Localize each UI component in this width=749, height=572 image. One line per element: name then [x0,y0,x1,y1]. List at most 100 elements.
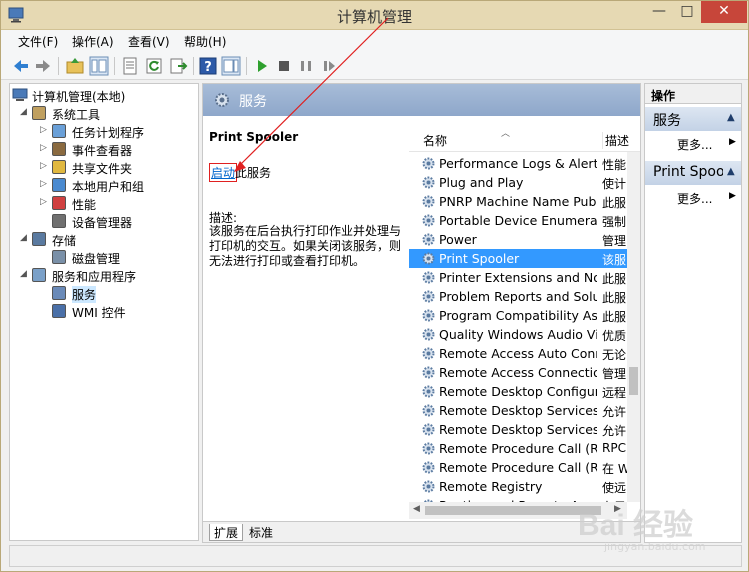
tree-label: 事件查看器 [72,144,133,158]
vertical-scrollbar[interactable] [627,152,640,502]
service-row[interactable]: Remote Desktop Services UserMode 允许 [409,420,627,439]
service-gear-icon [422,404,435,417]
list-header: ︿ 名称 描述 [409,126,640,152]
service-gear-icon [422,328,435,341]
service-row[interactable]: Remote Access Connection Manager 管理 [409,363,627,382]
service-row[interactable]: PNRP Machine Name Publication 此服 [409,192,627,211]
stop-icon[interactable] [274,56,294,76]
service-row[interactable]: Plug and Play 使计 [409,173,627,192]
maximize-button[interactable]: □ [673,1,701,23]
tree-node-icon [32,106,46,120]
toolbar-separator [193,57,194,75]
collapsed-arrow-icon[interactable]: ▷ [40,197,50,207]
actions-more-print-spooler[interactable]: 更多... ▶ [645,187,741,207]
tree-item[interactable]: 设备管理器 [40,213,196,231]
help-icon[interactable]: ? [198,56,218,76]
tree-item[interactable]: ◢ 服务和应用程序 [20,267,196,285]
actions-more-services[interactable]: 更多... ▶ [645,133,741,153]
minimize-button[interactable]: — [645,1,673,23]
action-pane-icon[interactable] [221,56,241,76]
restart-icon[interactable] [319,56,339,76]
service-row[interactable]: Program Compatibility Assistant 此服 [409,306,627,325]
collapsed-arrow-icon[interactable]: ▷ [40,143,50,153]
service-row[interactable]: Remote Registry 使远 [409,477,627,496]
tree-item[interactable]: WMI 控件 [40,303,196,321]
tab-extended[interactable]: 扩展 [209,524,244,541]
service-description: 该服务在后台执行打印作业并处理与打印机的交互。如果关闭该服务，则无法进行打印或查… [209,224,402,268]
service-row[interactable]: Remote Desktop Configuration 远程 [409,382,627,401]
collapsed-arrow-icon[interactable]: ▷ [40,161,50,171]
service-name: Remote Desktop Services [439,403,597,418]
tree-node-icon [52,304,66,318]
menu-help[interactable]: 帮助(H) [184,33,226,50]
service-gear-icon [422,461,435,474]
service-row[interactable]: Quality Windows Audio Video 优质 [409,325,627,344]
tree-item[interactable]: 服务 [40,285,196,303]
collapse-icon[interactable]: ▲ [727,112,735,123]
service-description-short: 此服 [602,291,627,305]
collapse-icon[interactable]: ▲ [727,166,735,177]
close-button[interactable]: ✕ [701,1,747,23]
tree-node-icon [32,232,46,246]
expanded-arrow-icon[interactable]: ◢ [20,269,30,279]
properties-icon[interactable] [120,56,140,76]
title-bar[interactable]: 计算机管理 — □ ✕ [1,1,748,30]
expanded-arrow-icon[interactable]: ◢ [20,233,30,243]
toolbar: ? [1,52,748,80]
forward-icon[interactable] [33,56,53,76]
service-row[interactable]: Print Spooler 该服 [409,249,627,268]
menu-action[interactable]: 操作(A) [72,33,114,50]
service-row[interactable]: Power 管理 [409,230,627,249]
actions-section-services[interactable]: 服务 ▲ [645,107,741,131]
collapsed-arrow-icon[interactable]: ▷ [40,125,50,135]
export-icon[interactable] [168,56,188,76]
tree-item[interactable]: ▷ 事件查看器 [40,141,196,159]
scroll-left-icon[interactable]: ◀ [413,504,420,514]
refresh-icon[interactable] [144,56,164,76]
service-row[interactable]: Remote Access Auto Connection 无论 [409,344,627,363]
tree-item[interactable]: ◢ 存储 [20,231,196,249]
service-row[interactable]: Remote Procedure Call (RPC) Locator 在 W [409,458,627,477]
play-icon[interactable] [252,56,272,76]
watermark-logo: Bai 经验 [578,509,694,542]
service-description-short: 无论 [602,348,627,362]
vertical-scroll-thumb[interactable] [629,367,638,395]
tree-item[interactable]: ▷ 任务计划程序 [40,123,196,141]
service-description-short: 此服 [602,310,627,324]
service-row[interactable]: Performance Logs & Alerts 性能 [409,154,627,173]
collapsed-arrow-icon[interactable]: ▷ [40,179,50,189]
menu-view[interactable]: 查看(V) [128,33,170,50]
service-name: Problem Reports and Solutions [439,289,597,304]
back-icon[interactable] [11,56,31,76]
service-row[interactable]: Portable Device Enumerator 强制 [409,211,627,230]
tree-label: 设备管理器 [72,216,133,230]
service-name: Remote Procedure Call (RPC) [439,441,597,456]
tree-item[interactable]: 磁盘管理 [40,249,196,267]
tree-item[interactable]: ▷ 共享文件夹 [40,159,196,177]
show-tree-icon[interactable] [89,56,109,76]
expanded-arrow-icon[interactable]: ◢ [20,107,30,117]
actions-section-print-spooler[interactable]: Print Spooler ▲ [645,161,741,185]
service-description-short: 在 W [602,462,627,476]
service-gear-icon [422,233,435,246]
tab-standard[interactable]: 标准 [245,524,277,541]
column-header-description[interactable]: 描述 [602,132,640,149]
column-header-name[interactable]: 名称 [423,132,447,149]
tree-item[interactable]: ◢ 系统工具 [20,105,196,123]
pause-icon[interactable] [296,56,316,76]
up-folder-icon[interactable] [65,56,85,76]
service-row[interactable]: Printer Extensions and Notifications 此服 [409,268,627,287]
service-gear-icon [422,214,435,227]
start-service-link[interactable]: 启动 [209,163,238,182]
service-row[interactable]: Remote Desktop Services 允许 [409,401,627,420]
service-name: Print Spooler [439,251,520,266]
menu-file[interactable]: 文件(F) [18,33,58,50]
service-row[interactable]: Problem Reports and Solutions 此服 [409,287,627,306]
tree-item[interactable]: ▷ 性能 [40,195,196,213]
service-gear-icon [422,442,435,455]
baidu-watermark: Bai 经验 jingyan.baidu.com [574,500,734,560]
service-row[interactable]: Remote Procedure Call (RPC) RPC [409,439,627,458]
service-name: Printer Extensions and Notifications [439,270,597,285]
tree-item[interactable]: ▷ 本地用户和组 [40,177,196,195]
tree-root[interactable]: 计算机管理(本地) [12,87,198,105]
